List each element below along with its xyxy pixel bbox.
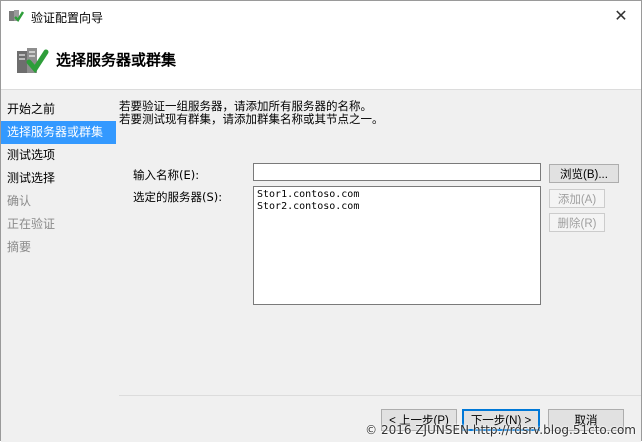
main-panel: 若要验证一组服务器，请添加所有服务器的名称。 若要测试现有群集，请添加群集名称或… xyxy=(119,90,641,442)
description: 若要验证一组服务器，请添加所有服务器的名称。 若要测试现有群集，请添加群集名称或… xyxy=(119,100,384,126)
selected-servers-label: 选定的服务器(S): xyxy=(133,190,223,204)
step-confirmation: 确认 xyxy=(7,194,32,208)
description-line-2: 若要测试现有群集，请添加群集名称或其节点之一。 xyxy=(119,112,384,126)
remove-button[interactable]: 删除(R) xyxy=(549,213,605,232)
name-input[interactable] xyxy=(253,163,541,181)
content-area: 开始之前 选择服务器或群集 测试选项 测试选择 确认 正在验证 摘要 若要验证一… xyxy=(1,89,641,442)
step-before-you-begin[interactable]: 开始之前 xyxy=(1,98,116,121)
name-label: 输入名称(E): xyxy=(133,168,200,182)
title-bar: 验证配置向导 ✕ xyxy=(1,1,641,31)
watermark: © 2016 ZJUNSEN http://rdsrv.blog.51cto.c… xyxy=(365,423,636,437)
step-validating: 正在验证 xyxy=(7,217,56,231)
add-button[interactable]: 添加(A) xyxy=(549,189,605,208)
wizard-header: 选择服务器或群集 xyxy=(1,31,641,89)
step-testing-options[interactable]: 测试选项 xyxy=(1,144,116,167)
server-check-icon xyxy=(17,48,49,74)
footer-divider xyxy=(119,395,641,396)
step-summary: 摘要 xyxy=(7,240,32,254)
step-select-servers[interactable]: 选择服务器或群集 xyxy=(1,121,116,144)
step-test-selection[interactable]: 测试选择 xyxy=(1,167,116,190)
close-button[interactable]: ✕ xyxy=(607,4,635,28)
wizard-steps: 开始之前 选择服务器或群集 测试选项 测试选择 确认 正在验证 摘要 xyxy=(1,98,116,259)
page-title: 选择服务器或群集 xyxy=(56,51,177,69)
wizard-window: 验证配置向导 ✕ 选择服务器或群集 开始之前 选择服务器或群集 测试选项 测试选… xyxy=(0,0,642,442)
list-item[interactable]: Stor1.contoso.com xyxy=(257,189,537,201)
browse-button[interactable]: 浏览(B)... xyxy=(549,164,619,183)
selected-servers-list[interactable]: Stor1.contoso.com Stor2.contoso.com xyxy=(253,186,541,305)
window-title: 验证配置向导 xyxy=(31,11,104,25)
list-item[interactable]: Stor2.contoso.com xyxy=(257,201,537,213)
cluster-app-icon xyxy=(9,10,24,22)
